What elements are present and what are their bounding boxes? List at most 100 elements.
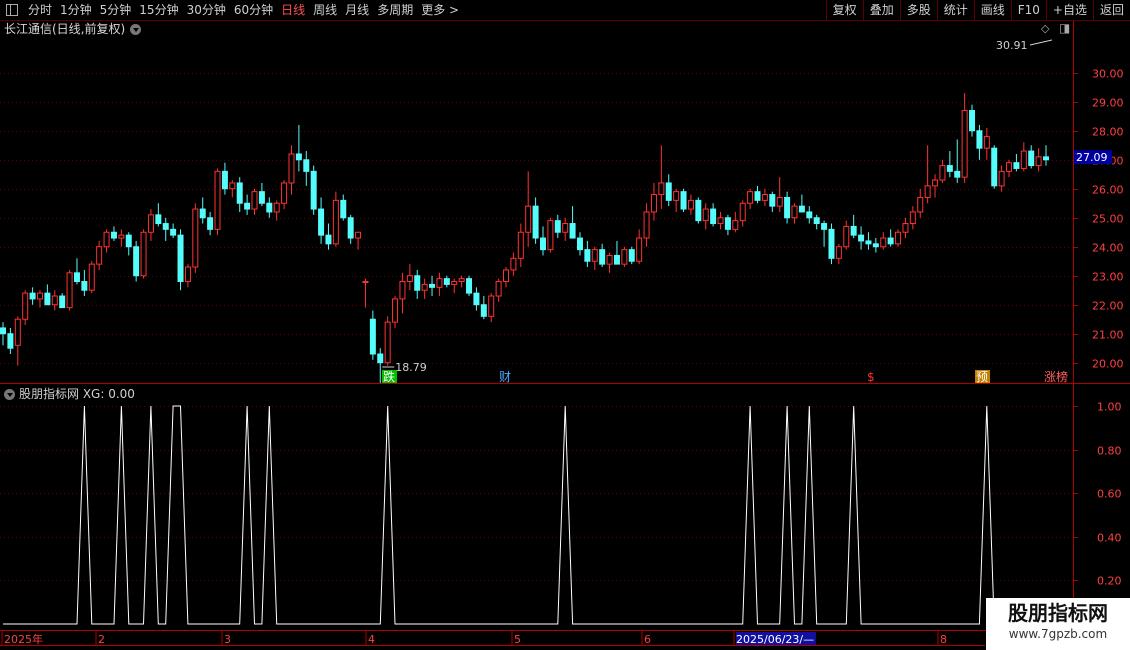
period-tab-0[interactable]: 分时 bbox=[24, 0, 56, 20]
date-label-6: 2025/06/23/— bbox=[736, 633, 814, 646]
candle-body bbox=[909, 211, 916, 225]
candle-body bbox=[36, 292, 43, 300]
candle-body bbox=[613, 254, 620, 265]
candle-body bbox=[59, 295, 66, 309]
candle-body bbox=[51, 295, 58, 306]
candle-body bbox=[155, 214, 162, 225]
candle-body bbox=[806, 211, 813, 219]
period-tab-1[interactable]: 1分钟 bbox=[56, 0, 96, 20]
candle-body bbox=[702, 208, 709, 222]
candle-body bbox=[895, 231, 902, 245]
candle-body bbox=[547, 220, 554, 251]
candle-body bbox=[887, 237, 894, 245]
candle bbox=[192, 203, 199, 273]
window-toggle-icon[interactable] bbox=[6, 4, 18, 16]
indicator-title[interactable]: 股朋指标网 XG: 0.00 bbox=[4, 386, 135, 402]
candle-body bbox=[443, 278, 450, 285]
candle-body bbox=[865, 240, 872, 245]
candle-body bbox=[29, 292, 36, 300]
chevron-down-icon[interactable] bbox=[130, 23, 142, 35]
tool-button-3[interactable]: 统计 bbox=[936, 0, 974, 20]
tool-button-4[interactable]: 画线 bbox=[973, 0, 1011, 20]
tool-button-1[interactable]: 叠加 bbox=[862, 0, 900, 20]
period-tab-6[interactable]: 日线 bbox=[277, 0, 309, 20]
candle-body bbox=[658, 182, 665, 196]
candle-body bbox=[969, 109, 976, 132]
period-tab-8[interactable]: 月线 bbox=[341, 0, 373, 20]
period-tab-5[interactable]: 60分钟 bbox=[230, 0, 277, 20]
candle-body bbox=[318, 208, 325, 236]
panel-toggle-icon[interactable]: ◨ bbox=[1059, 21, 1070, 35]
candle-body bbox=[480, 304, 487, 317]
candle-body bbox=[133, 246, 140, 277]
period-tab-10[interactable]: 更多 > bbox=[417, 0, 463, 20]
candle-body bbox=[14, 318, 21, 346]
candle bbox=[628, 246, 635, 265]
low-price-label: 18.79 bbox=[395, 361, 427, 374]
candle-body bbox=[22, 292, 29, 320]
candle-body bbox=[554, 220, 561, 233]
watermark-logo: 股朋指标网 bbox=[1008, 601, 1108, 625]
date-label-4: 5 bbox=[514, 633, 521, 646]
chart-area[interactable]: 30.0029.0028.0027.0026.0025.0024.0023.00… bbox=[0, 0, 1130, 650]
candle-body bbox=[946, 165, 953, 172]
candle-body bbox=[739, 202, 746, 222]
candle-body bbox=[784, 196, 791, 219]
tool-button-5[interactable]: F10 bbox=[1010, 0, 1046, 20]
chevron-down-icon[interactable] bbox=[4, 388, 15, 400]
period-tab-9[interactable]: 多周期 bbox=[373, 0, 417, 20]
candle-body bbox=[1035, 156, 1042, 167]
price-tick-label: 29.00 bbox=[1092, 97, 1124, 110]
period-tab-4[interactable]: 30分钟 bbox=[183, 0, 230, 20]
event-marker-2[interactable]: $ bbox=[867, 370, 875, 384]
candle-body bbox=[199, 208, 206, 219]
candle bbox=[214, 168, 221, 236]
candle-body bbox=[451, 281, 458, 285]
candle-body bbox=[747, 191, 754, 204]
stock-title[interactable]: 长江通信(日线,前复权) bbox=[4, 20, 142, 38]
candle-body bbox=[710, 208, 717, 225]
candle-body bbox=[636, 237, 643, 262]
candle-body bbox=[7, 333, 14, 349]
candle bbox=[547, 217, 554, 253]
candle-body bbox=[170, 228, 177, 236]
period-tab-7[interactable]: 周线 bbox=[309, 0, 341, 20]
candle-body bbox=[384, 321, 391, 364]
candle-body bbox=[983, 136, 990, 149]
candle-body bbox=[503, 269, 510, 283]
candle-body bbox=[303, 159, 310, 172]
candle-body bbox=[103, 231, 110, 248]
tool-button-7[interactable]: 返回 bbox=[1092, 0, 1130, 20]
candle-body bbox=[162, 223, 169, 230]
candle-body bbox=[96, 246, 103, 265]
candle-body bbox=[177, 234, 184, 283]
event-marker-1[interactable]: 财 bbox=[499, 370, 511, 384]
period-tab-2[interactable]: 5分钟 bbox=[96, 0, 136, 20]
current-price-label: 27.09 bbox=[1076, 151, 1108, 164]
diamond-icon[interactable]: ◇ bbox=[1041, 22, 1049, 35]
candle-body bbox=[73, 272, 80, 283]
candle-body bbox=[628, 249, 635, 262]
tool-button-2[interactable]: 多股 bbox=[899, 0, 937, 20]
high-price-label: 30.91 bbox=[996, 39, 1028, 52]
event-marker-0[interactable]: 跌 bbox=[383, 369, 395, 384]
period-tab-3[interactable]: 15分钟 bbox=[135, 0, 182, 20]
candle-body bbox=[591, 249, 598, 262]
candle-body bbox=[81, 281, 88, 291]
candle-body bbox=[569, 223, 576, 239]
date-label-1: 2 bbox=[98, 633, 105, 646]
candle-body bbox=[140, 231, 147, 277]
date-label-0: 2025年 bbox=[4, 632, 43, 646]
candle-body bbox=[621, 249, 628, 265]
tool-button-0[interactable]: 复权 bbox=[825, 0, 863, 20]
event-marker-3[interactable]: 预 bbox=[976, 370, 988, 384]
price-tick-label: 20.00 bbox=[1092, 358, 1124, 371]
indicator-title-text: 股朋指标网 XG: 0.00 bbox=[19, 387, 135, 401]
event-marker-4[interactable]: 涨榜 bbox=[1044, 369, 1068, 384]
tool-button-6[interactable]: +自选 bbox=[1045, 0, 1093, 20]
stock-title-text: 长江通信(日线,前复权) bbox=[4, 22, 126, 36]
candle-body bbox=[532, 205, 539, 239]
price-tick-label: 26.00 bbox=[1092, 184, 1124, 197]
candle-body bbox=[791, 205, 798, 219]
date-label-2: 3 bbox=[224, 633, 231, 646]
